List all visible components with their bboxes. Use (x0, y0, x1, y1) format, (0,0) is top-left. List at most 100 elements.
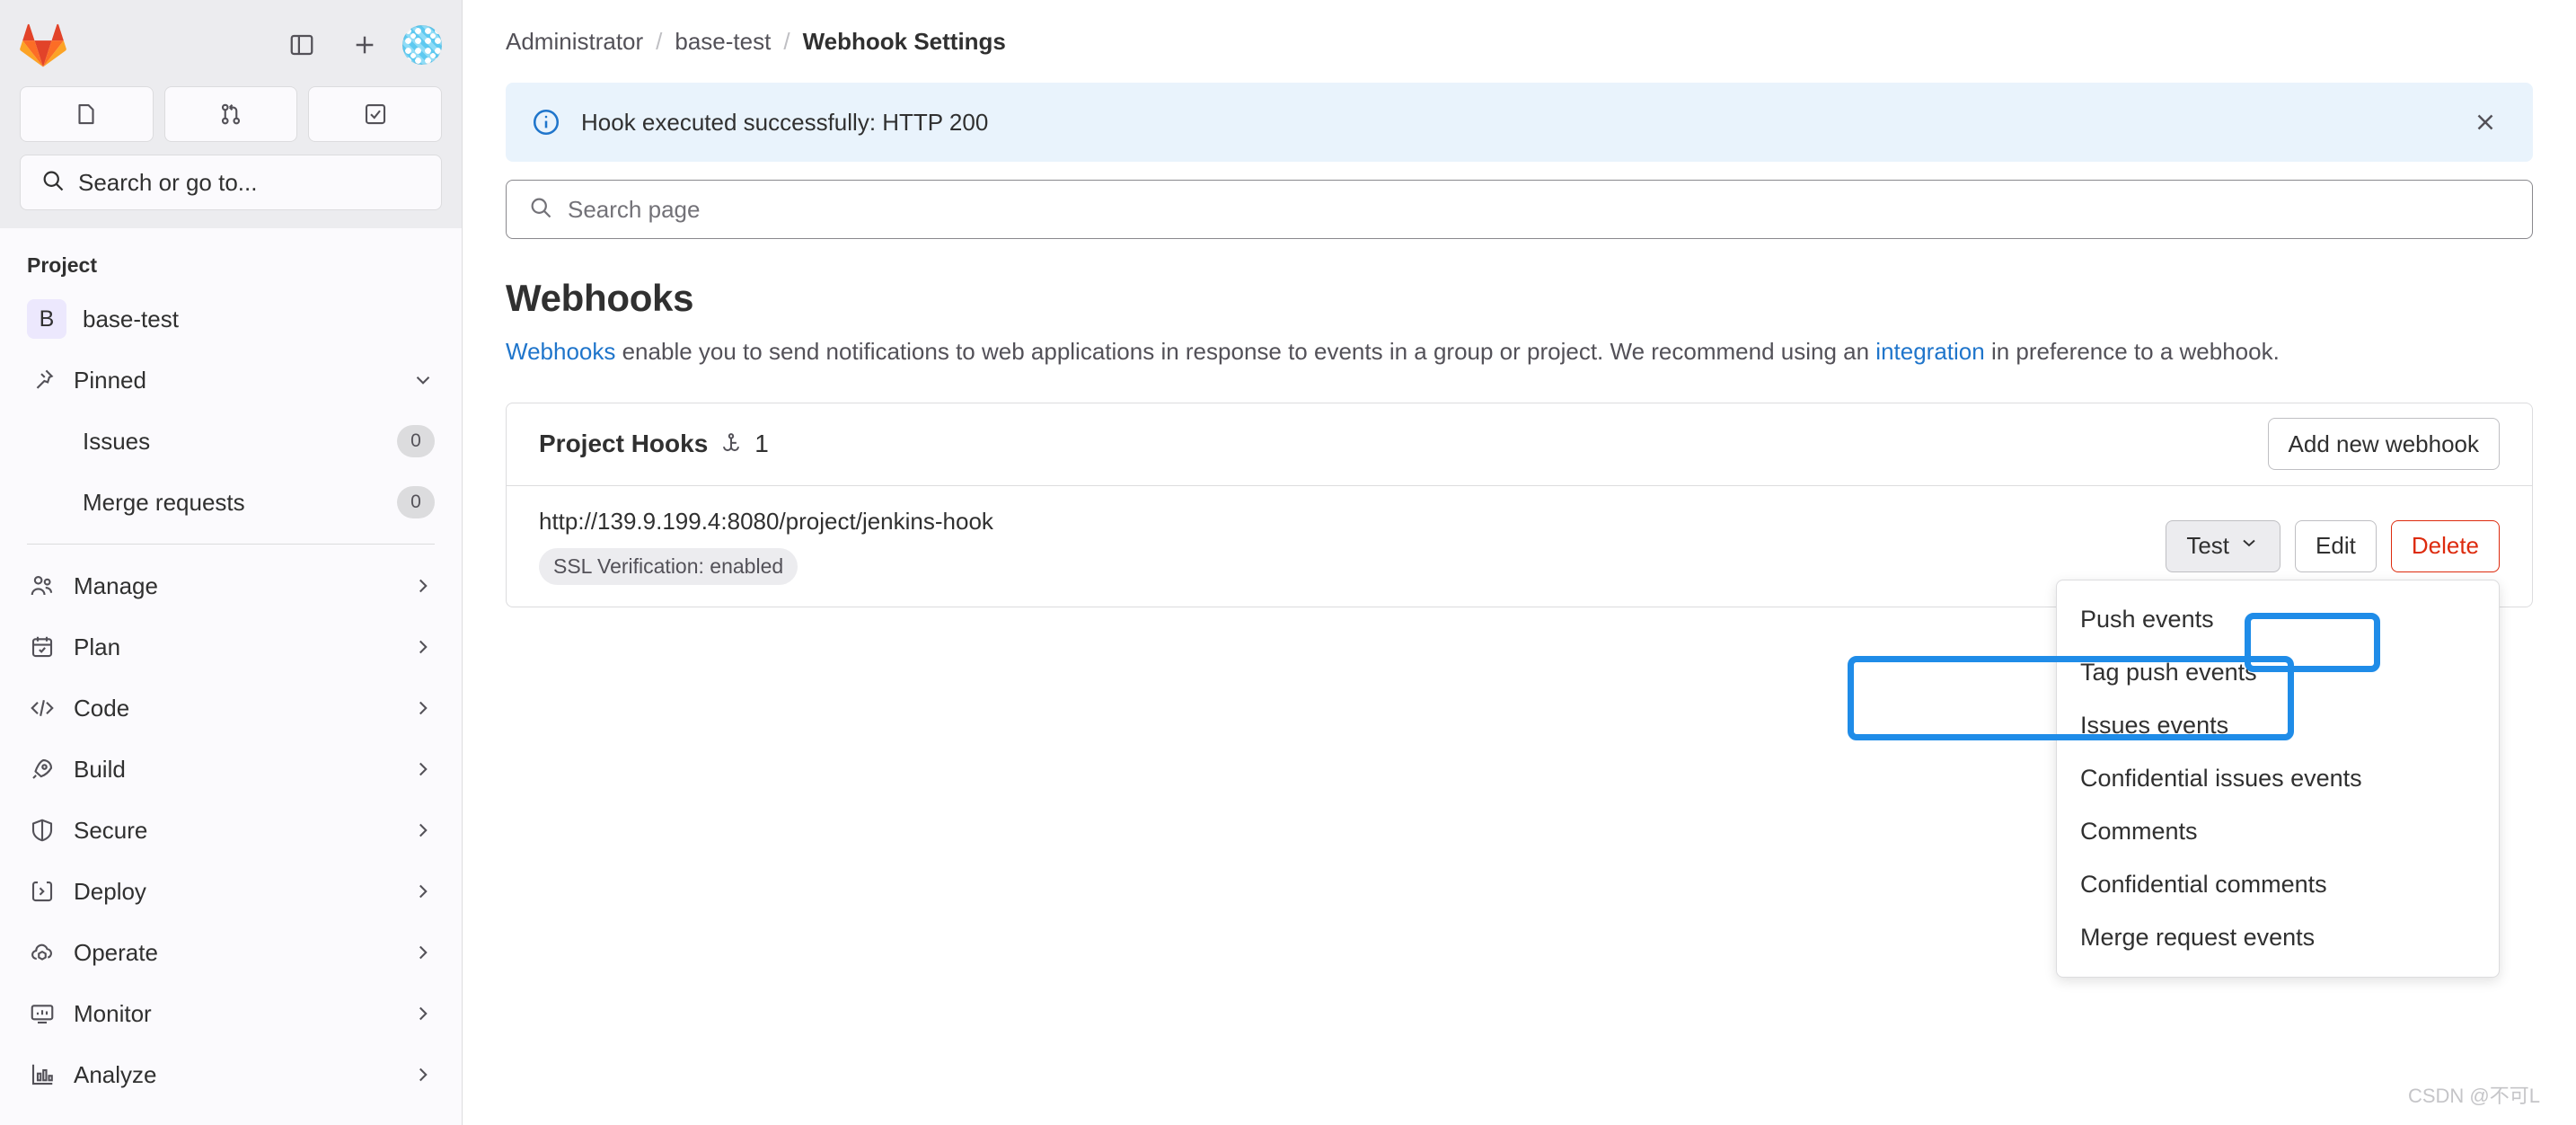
page-description: Webhooks enable you to send notification… (506, 334, 2464, 370)
sidebar-top-actions (277, 20, 442, 70)
delete-button[interactable]: Delete (2390, 519, 2500, 572)
sidebar-item-label: Analyze (74, 1060, 157, 1088)
sidebar-item-analyze[interactable]: Analyze (13, 1044, 449, 1105)
chevron-right-icon (411, 574, 435, 598)
sidebar-top-row (20, 13, 442, 77)
page-description-part-1: enable you to send notifications to web … (615, 338, 1876, 365)
ssl-verification-badge: SSL Verification: enabled (539, 547, 798, 585)
webhook-info: http://139.9.199.4:8080/project/jenkins-… (539, 508, 993, 585)
dropdown-item-confidential-issues-events[interactable]: Confidential issues events (2057, 752, 2499, 805)
dropdown-item-comments[interactable]: Comments (2057, 805, 2499, 858)
sidebar-header: Search or go to... (0, 0, 462, 228)
sidebar-divider (27, 544, 435, 545)
chart-icon (27, 1059, 57, 1090)
sidebar-item-label: base-test (83, 305, 179, 332)
sidebar-nav: Project B base-test Pinned Issues 0 Merg… (0, 228, 462, 1125)
page-description-part-2: in preference to a webhook. (1984, 338, 2280, 365)
search-input[interactable] (568, 195, 2510, 224)
alert-banner: Hook executed successfully: HTTP 200 (506, 83, 2533, 162)
sidebar-item-label: Plan (74, 633, 121, 660)
search-icon (528, 195, 553, 225)
issues-count-badge: 0 (397, 425, 435, 457)
merge-requests-count-badge: 0 (397, 486, 435, 518)
sidebar-toggle-icon[interactable] (277, 20, 327, 70)
edit-button[interactable]: Edit (2295, 519, 2377, 572)
sidebar-item-deploy[interactable]: Deploy (13, 861, 449, 922)
search-placeholder-label: Search or go to... (78, 168, 258, 196)
sidebar-quick-actions (20, 86, 443, 142)
hook-icon (719, 431, 744, 456)
sidebar-item-label: Deploy (74, 877, 146, 905)
gitlab-logo-icon[interactable] (20, 22, 66, 67)
chevron-down-icon (411, 368, 435, 392)
chevron-right-icon (411, 635, 435, 659)
test-dropdown-button[interactable]: Test (2166, 519, 2281, 572)
sidebar-item-label: Pinned (74, 366, 146, 394)
todos-quick-action[interactable] (308, 86, 443, 142)
sidebar-item-label: Operate (74, 938, 158, 966)
hook-count: 1 (754, 430, 769, 458)
breadcrumb: Administrator / base-test / Webhook Sett… (463, 0, 2576, 83)
test-button-label: Test (2186, 532, 2230, 560)
breadcrumb-item-administrator[interactable]: Administrator (506, 28, 643, 56)
search-icon (40, 168, 66, 198)
cloud-pod-icon (27, 937, 57, 968)
merge-requests-quick-action[interactable] (163, 86, 298, 142)
sidebar-item-manage[interactable]: Manage (13, 555, 449, 616)
webhooks-doc-link[interactable]: Webhooks (506, 338, 615, 365)
chevron-right-icon (411, 1063, 435, 1086)
sidebar-item-project[interactable]: B base-test (13, 288, 449, 350)
project-hooks-card: Project Hooks 1 Add new webhook http://1… (506, 402, 2533, 978)
sidebar-item-label: Build (74, 755, 126, 783)
breadcrumb-item-base-test[interactable]: base-test (675, 28, 771, 56)
sidebar-item-issues[interactable]: Issues 0 (13, 411, 449, 472)
alert-message: Hook executed successfully: HTTP 200 (581, 108, 989, 136)
project-hooks-title-label: Project Hooks (539, 430, 709, 458)
sidebar-item-label: Code (74, 694, 130, 722)
dropdown-item-merge-request-events[interactable]: Merge request events (2057, 911, 2499, 964)
plus-icon[interactable] (340, 20, 390, 70)
search-input[interactable]: Search or go to... (20, 155, 442, 210)
test-dropdown-menu: Push events Tag push events Issues event… (2056, 579, 2500, 978)
sidebar-section-title: Project (27, 253, 97, 277)
sidebar-item-pinned[interactable]: Pinned (13, 350, 449, 411)
sidebar-item-monitor[interactable]: Monitor (13, 983, 449, 1044)
sidebar-item-merge-requests[interactable]: Merge requests 0 (13, 472, 449, 533)
close-icon[interactable] (2463, 100, 2508, 145)
page-search-box[interactable] (506, 180, 2533, 239)
chevron-right-icon (411, 941, 435, 964)
webhook-actions: Test Edit Delete Push events Tag push ev… (2056, 519, 2500, 978)
project-hooks-title: Project Hooks 1 (539, 430, 769, 458)
webhook-url[interactable]: http://139.9.199.4:8080/project/jenkins-… (539, 508, 993, 536)
calendar-icon (27, 632, 57, 662)
sidebar-item-code[interactable]: Code (13, 678, 449, 739)
dropdown-item-push-events[interactable]: Push events (2057, 593, 2499, 646)
page-title: Webhooks (506, 277, 694, 319)
sidebar-item-build[interactable]: Build (13, 739, 449, 800)
chevron-right-icon (411, 757, 435, 781)
sidebar-item-operate[interactable]: Operate (13, 922, 449, 983)
sidebar-item-label: Issues (83, 427, 151, 455)
sidebar-item-label: Manage (74, 571, 158, 599)
chevron-right-icon (411, 696, 435, 720)
rocket-icon (27, 754, 57, 784)
pin-icon (27, 365, 57, 395)
content-area: Hook executed successfully: HTTP 200 Web… (463, 83, 2576, 978)
app-root: Search or go to... Project B base-test P… (0, 0, 2576, 1125)
information-circle-icon (531, 107, 561, 137)
dropdown-item-issues-events[interactable]: Issues events (2057, 699, 2499, 752)
add-new-webhook-button[interactable]: Add new webhook (2267, 418, 2500, 471)
sidebar-item-secure[interactable]: Secure (13, 800, 449, 861)
dropdown-item-tag-push-events[interactable]: Tag push events (2057, 646, 2499, 699)
breadcrumb-separator: / (656, 27, 663, 55)
dropdown-item-confidential-comments[interactable]: Confidential comments (2057, 858, 2499, 911)
breadcrumb-separator: / (783, 27, 790, 55)
issues-quick-action[interactable] (20, 86, 154, 142)
webhook-row: http://139.9.199.4:8080/project/jenkins-… (507, 486, 2532, 978)
project-avatar: B (27, 299, 66, 339)
sidebar-item-plan[interactable]: Plan (13, 616, 449, 678)
user-avatar[interactable] (402, 25, 442, 65)
users-icon (27, 571, 57, 601)
code-icon (27, 693, 57, 723)
integration-doc-link[interactable]: integration (1875, 338, 1984, 365)
